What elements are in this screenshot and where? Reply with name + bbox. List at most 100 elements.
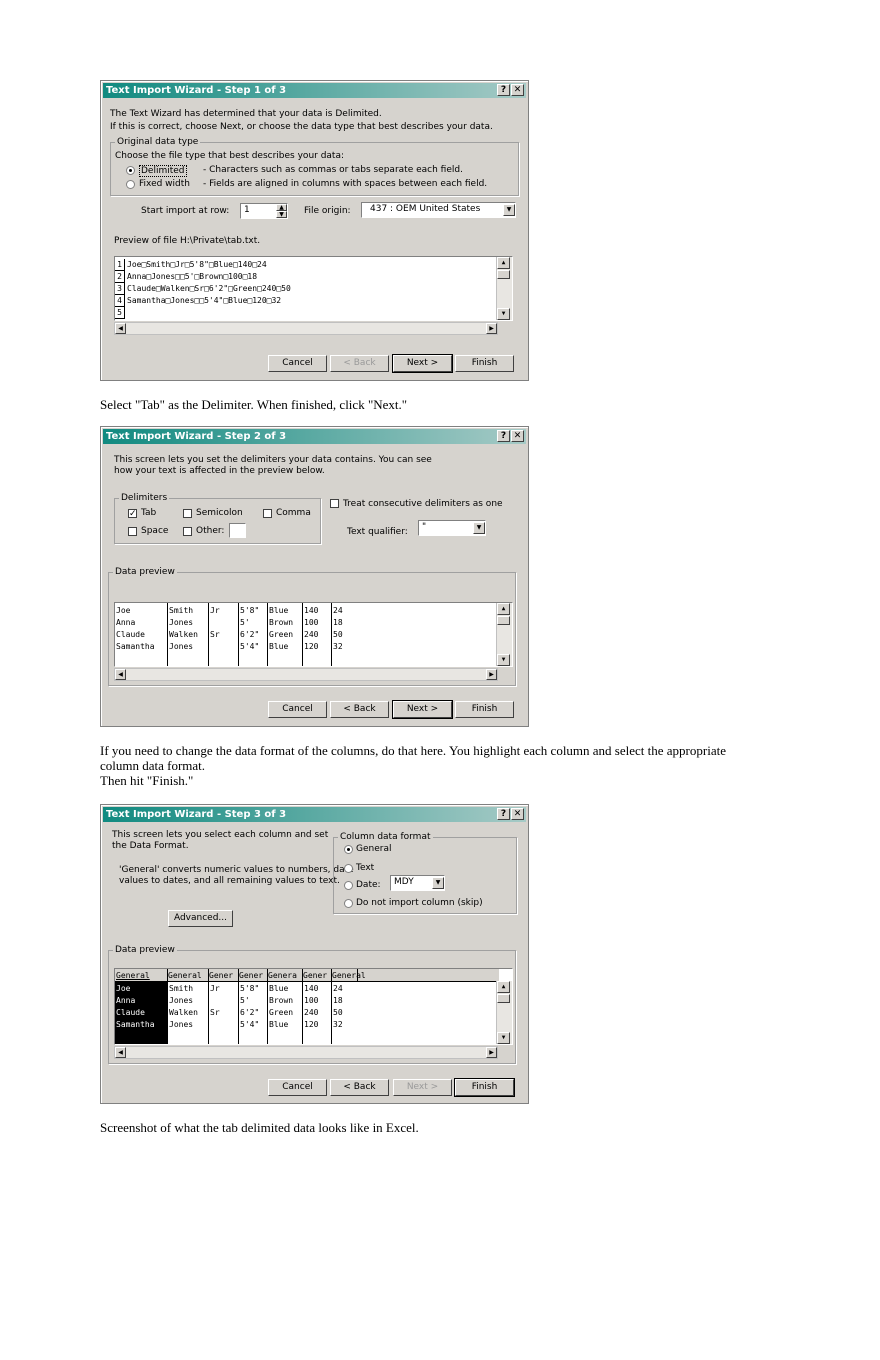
semicolon-label[interactable]: Semicolon bbox=[196, 508, 243, 518]
delimited-label[interactable]: Delimited bbox=[139, 165, 187, 177]
chevron-down-icon[interactable]: ▼ bbox=[432, 877, 444, 889]
semicolon-checkbox[interactable] bbox=[183, 509, 192, 518]
scroll-thumb[interactable] bbox=[497, 616, 510, 625]
scroll-right-icon[interactable]: ▶ bbox=[486, 1047, 497, 1058]
wizard-step2-dialog: Text Import Wizard - Step 2 of 3 ? ✕ Thi… bbox=[100, 426, 529, 727]
general-label[interactable]: General bbox=[356, 844, 391, 854]
horizontal-scrollbar[interactable]: ◀ ▶ bbox=[114, 668, 498, 681]
cancel-button[interactable]: Cancel bbox=[268, 701, 327, 718]
date-label[interactable]: Date: bbox=[356, 880, 381, 890]
comma-checkbox[interactable] bbox=[263, 509, 272, 518]
help-button[interactable]: ? bbox=[497, 84, 510, 96]
space-label[interactable]: Space bbox=[141, 526, 168, 536]
text-label[interactable]: Text bbox=[356, 863, 374, 873]
close-button[interactable]: ✕ bbox=[511, 430, 524, 442]
vertical-scrollbar[interactable]: ▲ ▼ bbox=[496, 257, 512, 320]
data-preview[interactable]: Joe Smith Jr 5'8" Blue 140 24 Anna Jones… bbox=[114, 602, 513, 667]
scroll-up-icon[interactable]: ▲ bbox=[497, 603, 510, 615]
spinner-up-icon[interactable]: ▲ bbox=[276, 204, 287, 211]
wizard-step3-dialog: Text Import Wizard - Step 3 of 3 ? ✕ Thi… bbox=[100, 804, 529, 1104]
close-button[interactable]: ✕ bbox=[511, 808, 524, 820]
space-checkbox[interactable] bbox=[128, 527, 137, 536]
scroll-up-icon[interactable]: ▲ bbox=[497, 257, 510, 269]
date-format-select[interactable]: MDY ▼ bbox=[390, 875, 445, 891]
scroll-thumb[interactable] bbox=[497, 270, 510, 279]
text-qualifier-select[interactable]: " ▼ bbox=[418, 520, 486, 536]
tab-label[interactable]: Tab bbox=[141, 508, 156, 518]
vertical-scrollbar[interactable]: ▲ ▼ bbox=[496, 981, 512, 1044]
next-button[interactable]: Next > bbox=[392, 700, 453, 719]
horizontal-scrollbar[interactable]: ◀ ▶ bbox=[114, 1046, 498, 1059]
chevron-down-icon[interactable]: ▼ bbox=[473, 522, 485, 534]
general-radio[interactable] bbox=[344, 845, 353, 854]
start-row-spinner[interactable]: 1 ▲ ▼ bbox=[240, 203, 288, 219]
intro-line-1: This screen lets you select each column … bbox=[112, 830, 329, 840]
back-button[interactable]: < Back bbox=[330, 355, 389, 372]
cell: Blue bbox=[269, 984, 289, 993]
file-origin-select[interactable]: 437 : OEM United States ▼ bbox=[361, 202, 516, 218]
cell: Sr bbox=[210, 1008, 220, 1017]
scroll-right-icon[interactable]: ▶ bbox=[486, 323, 497, 334]
cancel-button[interactable]: Cancel bbox=[268, 1079, 327, 1096]
treat-consecutive-checkbox[interactable] bbox=[330, 499, 339, 508]
scroll-down-icon[interactable]: ▼ bbox=[497, 654, 510, 666]
cell: Anna bbox=[116, 618, 136, 627]
finish-button[interactable]: Finish bbox=[454, 1078, 515, 1097]
date-radio[interactable] bbox=[344, 881, 353, 890]
help-button[interactable]: ? bbox=[497, 430, 510, 442]
preview-line: 5 bbox=[115, 307, 499, 319]
scroll-up-icon[interactable]: ▲ bbox=[497, 981, 510, 993]
column-divider bbox=[267, 603, 268, 666]
chevron-down-icon[interactable]: ▼ bbox=[503, 204, 515, 216]
next-button[interactable]: Next > bbox=[392, 354, 453, 373]
help-button[interactable]: ? bbox=[497, 808, 510, 820]
column-header[interactable]: General bbox=[168, 970, 202, 981]
cell: 5' bbox=[240, 618, 250, 627]
column-header[interactable]: Gener bbox=[303, 970, 331, 981]
spinner-down-icon[interactable]: ▼ bbox=[276, 211, 287, 218]
treat-consecutive-label[interactable]: Treat consecutive delimiters as one bbox=[343, 499, 503, 509]
cell: Smith bbox=[169, 984, 194, 993]
back-button[interactable]: < Back bbox=[330, 1079, 389, 1096]
cancel-button[interactable]: Cancel bbox=[268, 355, 327, 372]
skip-label[interactable]: Do not import column (skip) bbox=[356, 898, 483, 908]
column-header[interactable]: Gener bbox=[209, 970, 238, 981]
scroll-left-icon[interactable]: ◀ bbox=[115, 323, 126, 334]
other-label[interactable]: Other: bbox=[196, 526, 224, 536]
comma-label[interactable]: Comma bbox=[276, 508, 311, 518]
close-button[interactable]: ✕ bbox=[511, 84, 524, 96]
back-button[interactable]: < Back bbox=[330, 701, 389, 718]
fixed-width-description: - Fields are aligned in columns with spa… bbox=[203, 179, 488, 189]
tab-checkbox[interactable]: ✓ bbox=[128, 509, 137, 519]
fixed-width-radio[interactable] bbox=[126, 180, 135, 189]
finish-button[interactable]: Finish bbox=[455, 355, 514, 372]
advanced-button[interactable]: Advanced... bbox=[168, 910, 233, 927]
scroll-down-icon[interactable]: ▼ bbox=[497, 1032, 510, 1044]
horizontal-scrollbar[interactable]: ◀ ▶ bbox=[114, 322, 498, 335]
other-input[interactable] bbox=[229, 523, 246, 538]
delimited-radio[interactable] bbox=[126, 166, 135, 175]
column-header[interactable]: General bbox=[116, 970, 150, 981]
scroll-thumb[interactable] bbox=[497, 994, 510, 1003]
line-text: Samantha□Jones□□5'4"□Blue□120□32 bbox=[127, 296, 282, 305]
scroll-down-icon[interactable]: ▼ bbox=[497, 308, 510, 320]
scroll-right-icon[interactable]: ▶ bbox=[486, 669, 497, 680]
text-radio[interactable] bbox=[344, 864, 353, 873]
cell: Anna bbox=[116, 996, 136, 1005]
vertical-scrollbar[interactable]: ▲ ▼ bbox=[496, 603, 512, 666]
cell: Jones bbox=[169, 618, 194, 627]
scroll-left-icon[interactable]: ◀ bbox=[115, 669, 126, 680]
skip-radio[interactable] bbox=[344, 899, 353, 908]
column-header[interactable]: General bbox=[332, 970, 366, 981]
cell: 5'8" bbox=[240, 984, 260, 993]
intro-line-1: This screen lets you set the delimiters … bbox=[114, 455, 432, 465]
next-button[interactable]: Next > bbox=[393, 1079, 452, 1096]
column-header[interactable]: Genera bbox=[268, 970, 302, 981]
fixed-width-label[interactable]: Fixed width bbox=[139, 179, 190, 189]
other-checkbox[interactable] bbox=[183, 527, 192, 536]
finish-button[interactable]: Finish bbox=[455, 701, 514, 718]
column-header[interactable]: Gener bbox=[239, 970, 267, 981]
data-preview[interactable]: General General Gener Gener Genera Gener… bbox=[114, 968, 513, 1045]
file-preview[interactable]: 1 Joe□Smith□Jr□5'8"□Blue□140□24 2 Anna□J… bbox=[114, 256, 513, 321]
scroll-left-icon[interactable]: ◀ bbox=[115, 1047, 126, 1058]
